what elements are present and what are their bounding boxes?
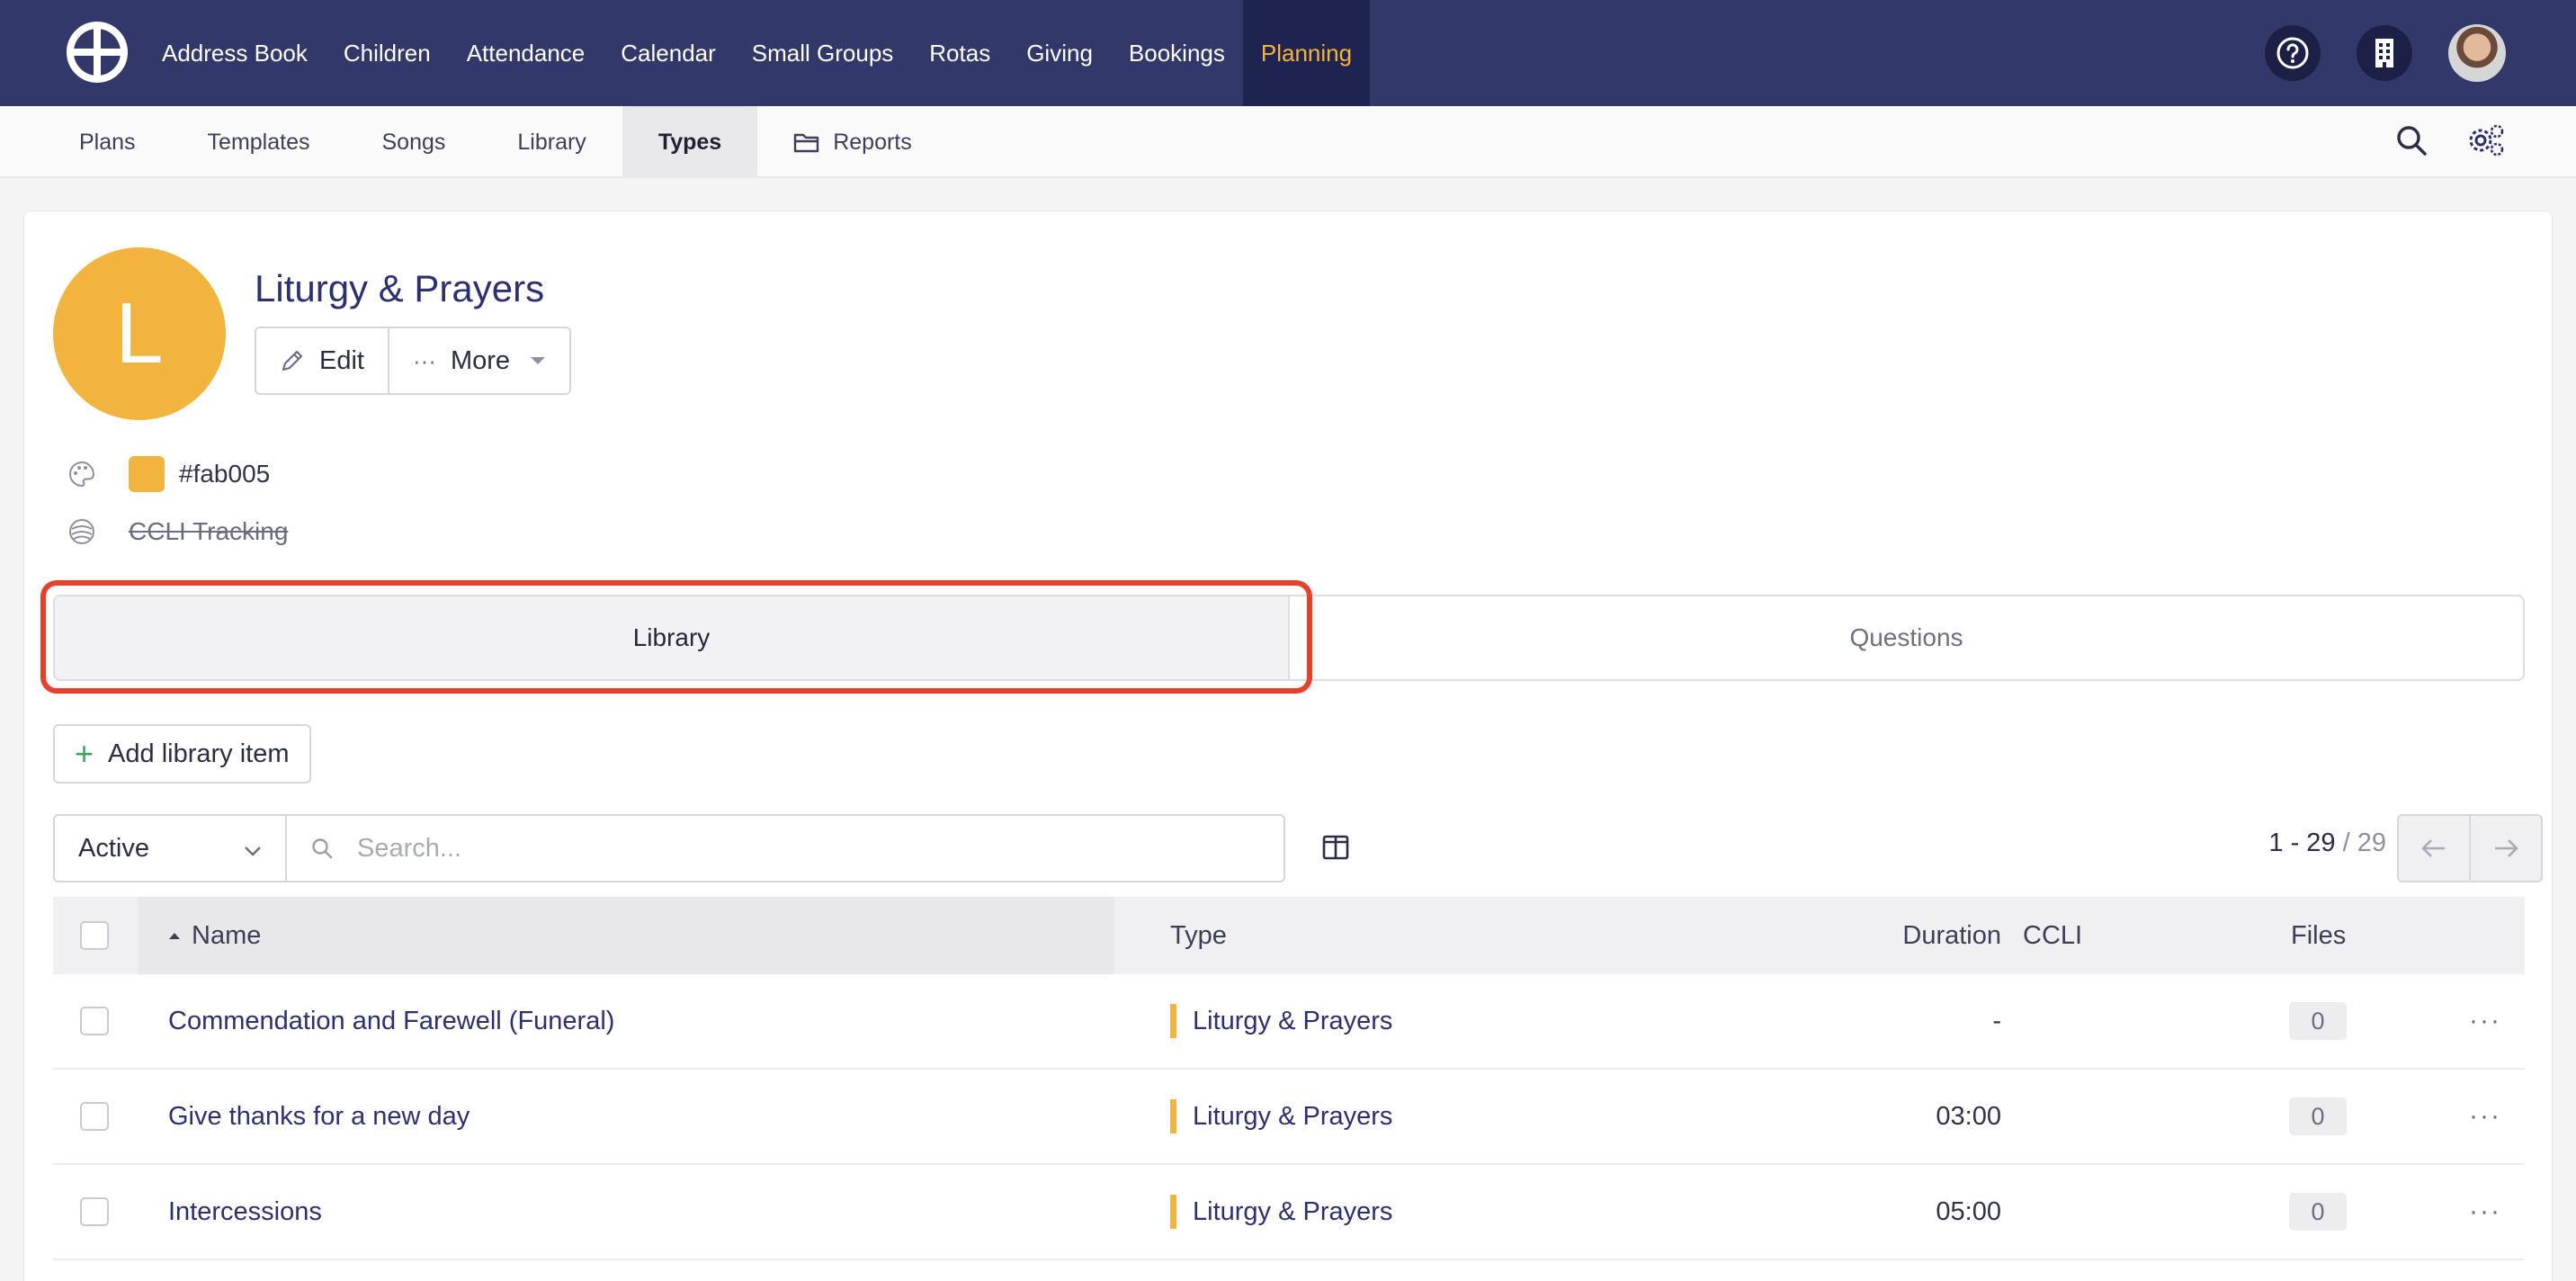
row-duration: - [1992, 1006, 2001, 1035]
row-actions-ellipsis-icon[interactable]: ··· [2469, 1070, 2501, 1163]
row-type: Liturgy & Prayers [1193, 1101, 1393, 1131]
help-icon[interactable] [2265, 25, 2321, 81]
ccli-row: CCLI Tracking [66, 515, 288, 548]
palette-icon [66, 458, 98, 490]
search-input[interactable]: Search... [287, 816, 1284, 881]
table-row[interactable]: Commendation and Farewell (Funeral) Litu… [53, 974, 2525, 1070]
chevron-down-icon [244, 834, 262, 864]
user-avatar[interactable] [2448, 24, 2506, 82]
subnav-templates[interactable]: Templates [172, 106, 346, 178]
column-toggle-icon[interactable] [1321, 834, 1350, 865]
column-header-name-label: Name [192, 920, 262, 950]
color-swatch [129, 456, 165, 492]
status-select[interactable]: Active [55, 816, 287, 881]
subnav-reports-label: Reports [833, 129, 912, 155]
nav-item-small-groups[interactable]: Small Groups [734, 0, 912, 106]
column-header-files[interactable]: Files [2291, 897, 2346, 974]
search-placeholder: Search... [357, 833, 462, 863]
edit-button[interactable]: Edit [256, 328, 388, 393]
add-library-item-label: Add library item [108, 739, 290, 768]
nav-item-planning[interactable]: Planning [1242, 0, 1371, 106]
sorted-column-background [138, 897, 1114, 974]
subnav-library[interactable]: Library [481, 106, 622, 178]
type-color-bar [1170, 1195, 1176, 1229]
row-type: Liturgy & Prayers [1193, 1006, 1393, 1035]
row-checkbox[interactable] [80, 1102, 109, 1131]
nav-item-calendar[interactable]: Calendar [603, 0, 734, 106]
previous-page-button[interactable] [2399, 816, 2469, 881]
top-navigation-bar: Address Book Children Attendance Calenda… [0, 0, 2576, 106]
nav-item-giving[interactable]: Giving [1008, 0, 1111, 106]
nav-item-bookings[interactable]: Bookings [1111, 0, 1243, 106]
nav-item-children[interactable]: Children [326, 0, 449, 106]
subnav-plans[interactable]: Plans [43, 106, 172, 178]
row-actions-ellipsis-icon[interactable]: ··· [2469, 1165, 2501, 1259]
row-duration: 05:00 [1936, 1196, 2001, 1226]
app-logo-icon[interactable] [65, 20, 130, 85]
action-button-group: Edit ··· More [255, 327, 572, 395]
row-type: Liturgy & Prayers [1193, 1196, 1393, 1226]
next-page-button[interactable] [2469, 816, 2541, 881]
subnav-types[interactable]: Types [622, 106, 758, 178]
tab-library[interactable]: Library [55, 596, 1290, 679]
sort-ascending-icon [168, 931, 181, 940]
select-all-checkbox[interactable] [80, 921, 109, 950]
pagination-controls [2397, 814, 2543, 882]
sub-navigation-bar: Plans Templates Songs Library Types Repo… [0, 106, 2576, 178]
table-row[interactable]: Intercessions Liturgy & Prayers 05:00 0 … [53, 1165, 2525, 1260]
plus-icon: + [75, 735, 94, 772]
table-header: Name Type Duration CCLI Files [53, 897, 2525, 974]
search-icon[interactable] [2394, 123, 2428, 162]
building-icon[interactable] [2357, 25, 2412, 81]
pagination-range: 1 - 29 [2268, 829, 2336, 857]
column-header-ccli[interactable]: CCLI [2023, 897, 2082, 974]
ccli-tracking-label: CCLI Tracking [129, 517, 289, 545]
edit-button-label: Edit [319, 345, 364, 375]
pagination-summary: 1 - 29 / 29 [2268, 829, 2386, 858]
row-files-badge: 0 [2289, 1097, 2347, 1135]
type-color-bar [1170, 1004, 1176, 1038]
table-row[interactable]: Give thanks for a new day Liturgy & Pray… [53, 1070, 2525, 1165]
row-checkbox[interactable] [80, 1007, 109, 1035]
tab-questions[interactable]: Questions [1290, 596, 2523, 679]
type-detail-card: L Liturgy & Prayers Edit ··· More #fab00… [23, 211, 2553, 1281]
color-hex-value: #fab005 [179, 460, 271, 488]
subnav-songs[interactable]: Songs [346, 106, 482, 178]
nav-item-rotas[interactable]: Rotas [911, 0, 1008, 106]
caret-down-icon [530, 355, 546, 366]
filter-bar: Active Search... [53, 814, 1285, 882]
select-all-checkbox-cell [80, 897, 109, 974]
row-files-badge: 0 [2289, 1002, 2347, 1040]
row-name-link[interactable]: Commendation and Farewell (Funeral) [168, 1007, 614, 1036]
type-avatar: L [53, 247, 226, 420]
folder-icon [793, 131, 820, 153]
page-title: Liturgy & Prayers [255, 267, 545, 309]
row-name-link[interactable]: Intercessions [168, 1197, 322, 1227]
row-files-badge: 0 [2289, 1193, 2347, 1231]
color-row: #fab005 [66, 456, 270, 492]
row-checkbox[interactable] [80, 1197, 109, 1226]
tab-bar: Library Questions [53, 595, 2525, 681]
pencil-icon [280, 348, 305, 373]
column-header-type[interactable]: Type [1170, 897, 1227, 974]
nav-item-attendance[interactable]: Attendance [449, 0, 604, 106]
column-header-duration[interactable]: Duration [1726, 897, 2001, 974]
nav-item-address-book[interactable]: Address Book [144, 0, 326, 106]
status-select-value: Active [78, 833, 149, 863]
column-header-name[interactable]: Name [168, 897, 261, 974]
type-color-bar [1170, 1099, 1176, 1133]
row-duration: 03:00 [1936, 1101, 2001, 1131]
row-name-link[interactable]: Give thanks for a new day [168, 1102, 470, 1132]
search-icon [310, 837, 334, 860]
settings-gears-icon[interactable] [2466, 122, 2506, 163]
ellipsis-icon: ··· [412, 346, 436, 374]
more-button[interactable]: ··· More [387, 328, 570, 393]
more-button-label: More [450, 345, 511, 375]
row-actions-ellipsis-icon[interactable]: ··· [2469, 974, 2501, 1068]
subnav-reports[interactable]: Reports [757, 106, 948, 178]
ccli-icon [66, 515, 98, 548]
pagination-total: / 29 [2342, 829, 2386, 857]
add-library-item-button[interactable]: + Add library item [53, 724, 311, 784]
